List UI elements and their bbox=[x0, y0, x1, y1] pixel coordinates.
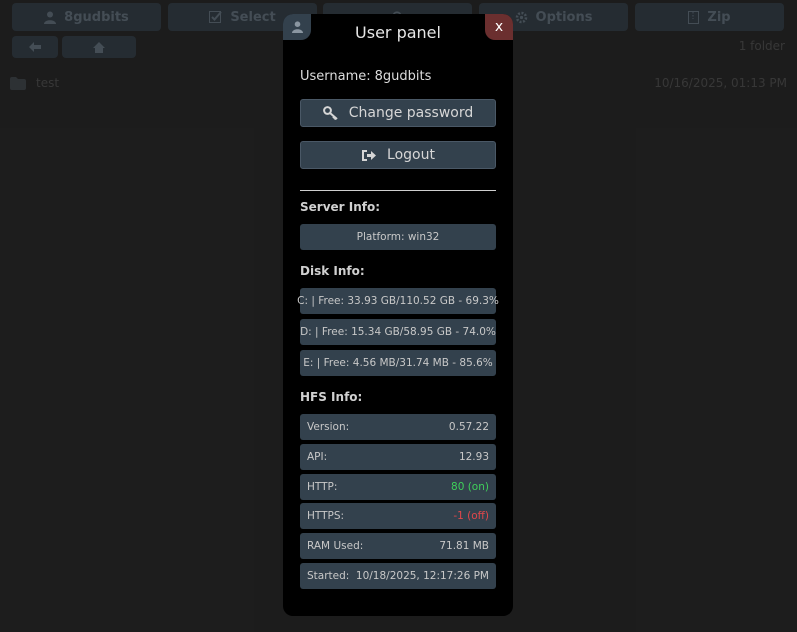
hfs-started-key: Started: bbox=[307, 570, 350, 582]
disk-info-e: E: | Free: 4.56 MB/31.74 MB - 85.6% bbox=[300, 350, 496, 376]
hfs-https-row: HTTPS: -1 (off) bbox=[300, 503, 496, 529]
username-value: 8gudbits bbox=[374, 69, 432, 84]
hfs-version-key: Version: bbox=[307, 421, 350, 433]
hfs-version-row: Version: 0.57.22 bbox=[300, 414, 496, 440]
hfs-ram-key: RAM Used: bbox=[307, 540, 364, 552]
hfs-http-row: HTTP: 80 (on) bbox=[300, 474, 496, 500]
logout-icon bbox=[362, 149, 377, 161]
hfs-http-value: 80 (on) bbox=[451, 481, 489, 493]
logout-button[interactable]: Logout bbox=[300, 141, 496, 169]
divider bbox=[300, 190, 496, 191]
modal-title: User panel bbox=[355, 23, 441, 42]
hfs-http-key: HTTP: bbox=[307, 481, 338, 493]
disk-info-heading: Disk Info: bbox=[300, 264, 365, 278]
hfs-api-value: 12.93 bbox=[458, 451, 489, 463]
user-panel-modal: x User panel Username: 8gudbits Change pa… bbox=[283, 14, 513, 616]
hfs-version-value: 0.57.22 bbox=[448, 421, 489, 433]
server-info-heading: Server Info: bbox=[300, 200, 381, 214]
change-password-label: Change password bbox=[348, 105, 474, 121]
hfs-api-key: API: bbox=[307, 451, 328, 463]
username-label: Username: bbox=[300, 69, 371, 84]
change-password-button[interactable]: Change password bbox=[300, 99, 496, 127]
hfs-started-value: 10/18/2025, 12:17:26 PM bbox=[355, 570, 489, 582]
disk-info-d: D: | Free: 15.34 GB/58.95 GB - 74.0% bbox=[300, 319, 496, 345]
hfs-started-row: Started: 10/18/2025, 12:17:26 PM bbox=[300, 563, 496, 589]
platform-info: Platform: win32 bbox=[300, 224, 496, 250]
hfs-ram-row: RAM Used: 71.81 MB bbox=[300, 533, 496, 559]
key-icon bbox=[322, 106, 338, 120]
hfs-ram-value: 71.81 MB bbox=[439, 540, 489, 552]
username-line: Username: 8gudbits bbox=[300, 69, 431, 84]
disk-info-c: C: | Free: 33.93 GB/110.52 GB - 69.3% bbox=[297, 288, 499, 314]
hfs-api-row: API: 12.93 bbox=[300, 444, 496, 470]
hfs-https-value: -1 (off) bbox=[453, 510, 489, 522]
logout-label: Logout bbox=[387, 147, 435, 163]
hfs-https-key: HTTPS: bbox=[307, 510, 345, 522]
hfs-info-heading: HFS Info: bbox=[300, 390, 363, 404]
